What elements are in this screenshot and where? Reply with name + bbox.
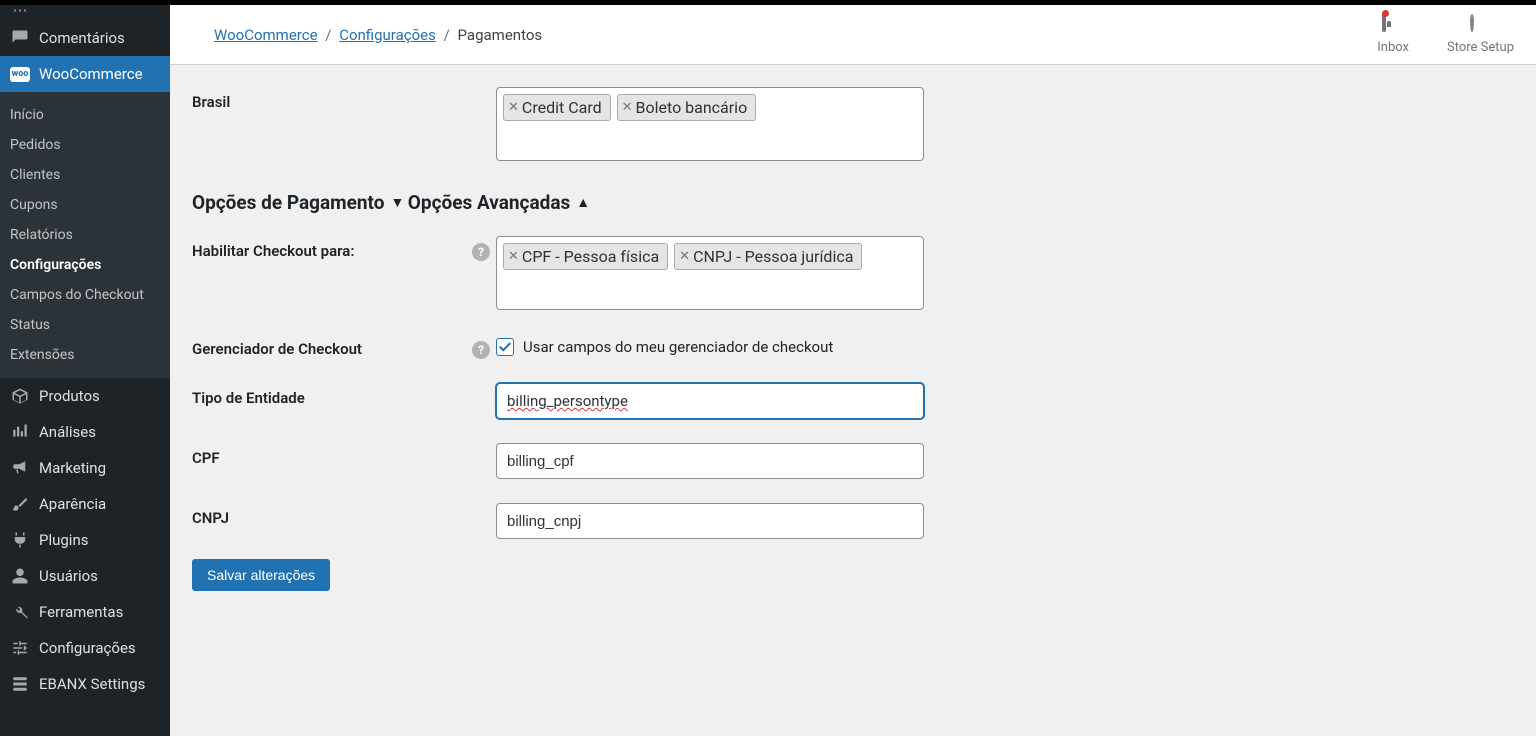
sidebar-item-label: Produtos bbox=[39, 387, 100, 405]
sidebar-item-label: Aparência bbox=[39, 495, 106, 513]
tag-label: Credit Card bbox=[522, 98, 602, 117]
cnpj-input[interactable] bbox=[496, 503, 924, 539]
breadcrumb: WooCommerce / Configurações / Pagamentos bbox=[214, 26, 542, 44]
sidebar-item-comentarios[interactable]: Comentários bbox=[0, 20, 170, 56]
checkbox-label: Usar campos do meu gerenciador de checko… bbox=[523, 338, 833, 356]
sidebar-item-label: Configurações bbox=[39, 639, 136, 657]
tag-cpf[interactable]: ✕ CPF - Pessoa física bbox=[503, 243, 668, 270]
remove-icon[interactable]: ✕ bbox=[508, 100, 519, 115]
section-advanced-options[interactable]: Opções Avançadas bbox=[408, 191, 590, 214]
admin-sidebar: ⋯ Comentários woo WooCommerce Início Ped… bbox=[0, 0, 170, 736]
entity-type-input[interactable]: billing_persontype bbox=[496, 383, 924, 419]
sidebar-item-ferramentas[interactable]: Ferramentas bbox=[0, 594, 170, 630]
box-icon bbox=[10, 387, 30, 405]
label-enable-checkout-for: Habilitar Checkout para: bbox=[192, 236, 472, 260]
sidebar-item-label: Usuários bbox=[39, 567, 98, 585]
label-cnpj: CNPJ bbox=[192, 503, 472, 527]
save-button[interactable]: Salvar alterações bbox=[192, 559, 330, 591]
sidebar-item-usuarios[interactable]: Usuários bbox=[0, 558, 170, 594]
sidebar-sub-clientes[interactable]: Clientes bbox=[0, 160, 170, 190]
sidebar-sub-pedidos[interactable]: Pedidos bbox=[0, 130, 170, 160]
crumb-sep: / bbox=[325, 26, 331, 44]
tag-cnpj[interactable]: ✕ CNPJ - Pessoa jurídica bbox=[674, 243, 862, 270]
checkbox-use-manager-fields[interactable] bbox=[496, 338, 514, 356]
header-store-setup[interactable]: Store Setup bbox=[1447, 15, 1514, 55]
section-payment-options[interactable]: Opções de Pagamento bbox=[192, 191, 404, 214]
tag-label: Boleto bancário bbox=[636, 98, 748, 117]
sidebar-item-plugins[interactable]: Plugins bbox=[0, 522, 170, 558]
main-panel: WooCommerce / Configurações / Pagamentos… bbox=[170, 5, 1536, 736]
wrench-icon bbox=[10, 603, 30, 621]
sidebar-item-aparencia[interactable]: Aparência bbox=[0, 486, 170, 522]
sidebar-sub-campos-checkout[interactable]: Campos do Checkout bbox=[0, 280, 170, 310]
crumb-sep: / bbox=[444, 26, 450, 44]
sidebar-item-label: Plugins bbox=[39, 531, 88, 549]
sidebar-item-label: WooCommerce bbox=[39, 65, 143, 83]
sidebar-sub-status[interactable]: Status bbox=[0, 310, 170, 340]
crumb-current: Pagamentos bbox=[458, 26, 543, 44]
cpf-input[interactable] bbox=[496, 443, 924, 479]
section-title: Opções Avançadas bbox=[408, 191, 570, 214]
label-entity-type: Tipo de Entidade bbox=[192, 383, 472, 407]
spinner-icon bbox=[1470, 15, 1492, 37]
admin-top-bar bbox=[0, 0, 1536, 5]
tag-label: CNPJ - Pessoa jurídica bbox=[693, 247, 853, 266]
tag-label: CPF - Pessoa física bbox=[522, 247, 659, 266]
chart-icon bbox=[10, 423, 30, 441]
ebanx-icon bbox=[10, 675, 30, 693]
store-setup-label: Store Setup bbox=[1447, 40, 1514, 55]
sidebar-sub-cupons[interactable]: Cupons bbox=[0, 190, 170, 220]
label-checkout-manager: Gerenciador de Checkout bbox=[192, 334, 472, 358]
woocommerce-icon: woo bbox=[10, 67, 30, 82]
brush-icon bbox=[10, 495, 30, 513]
input-value: billing_persontype bbox=[507, 392, 628, 410]
user-icon bbox=[10, 567, 30, 585]
label-cpf: CPF bbox=[192, 443, 472, 467]
sidebar-item-woocommerce[interactable]: woo WooCommerce bbox=[0, 56, 170, 92]
sidebar-item-configuracoes[interactable]: Configurações bbox=[0, 630, 170, 666]
sidebar-item-label: EBANX Settings bbox=[39, 675, 145, 693]
megaphone-icon bbox=[10, 459, 30, 477]
sidebar-item-produtos[interactable]: Produtos bbox=[0, 378, 170, 414]
sidebar-submenu: Início Pedidos Clientes Cupons Relatório… bbox=[0, 92, 170, 378]
help-icon[interactable]: ? bbox=[472, 243, 490, 261]
sidebar-sub-configuracoes[interactable]: Configurações bbox=[0, 250, 170, 280]
remove-icon[interactable]: ✕ bbox=[679, 249, 690, 264]
tag-credit-card[interactable]: ✕ Credit Card bbox=[503, 94, 611, 121]
sidebar-sub-inicio[interactable]: Início bbox=[0, 100, 170, 130]
sidebar-item-label: Comentários bbox=[39, 29, 125, 47]
page-header: WooCommerce / Configurações / Pagamentos… bbox=[170, 5, 1536, 65]
crumb-woocommerce[interactable]: WooCommerce bbox=[214, 26, 318, 44]
crumb-configuracoes[interactable]: Configurações bbox=[339, 26, 436, 44]
inbox-icon bbox=[1382, 15, 1404, 37]
sidebar-item-label: Ferramentas bbox=[39, 603, 123, 621]
sidebar-item-marketing[interactable]: Marketing bbox=[0, 450, 170, 486]
sidebar-item-analises[interactable]: Análises bbox=[0, 414, 170, 450]
remove-icon[interactable]: ✕ bbox=[622, 100, 633, 115]
section-title: Opções de Pagamento bbox=[192, 191, 384, 214]
sliders-icon bbox=[10, 639, 30, 657]
header-inbox[interactable]: Inbox bbox=[1377, 15, 1409, 55]
enable-checkout-multiselect[interactable]: ✕ CPF - Pessoa física ✕ CNPJ - Pessoa ju… bbox=[496, 236, 924, 310]
sidebar-item-label: Análises bbox=[39, 423, 96, 441]
checkout-manager-checkbox[interactable]: Usar campos do meu gerenciador de checko… bbox=[496, 334, 924, 356]
settings-form: Brasil ✕ Credit Card ✕ Boleto bancário bbox=[170, 65, 1536, 736]
sidebar-sub-extensoes[interactable]: Extensões bbox=[0, 340, 170, 370]
sidebar-item-label: Marketing bbox=[39, 459, 106, 477]
sidebar-item-ebanx-settings[interactable]: EBANX Settings bbox=[0, 666, 170, 702]
tag-boleto[interactable]: ✕ Boleto bancário bbox=[617, 94, 757, 121]
brasil-multiselect[interactable]: ✕ Credit Card ✕ Boleto bancário bbox=[496, 87, 924, 161]
help-icon[interactable]: ? bbox=[472, 341, 490, 359]
label-brasil: Brasil bbox=[192, 87, 472, 111]
comment-icon bbox=[10, 29, 30, 47]
remove-icon[interactable]: ✕ bbox=[508, 249, 519, 264]
plug-icon bbox=[10, 531, 30, 549]
sidebar-sub-relatorios[interactable]: Relatórios bbox=[0, 220, 170, 250]
inbox-label: Inbox bbox=[1377, 40, 1409, 55]
